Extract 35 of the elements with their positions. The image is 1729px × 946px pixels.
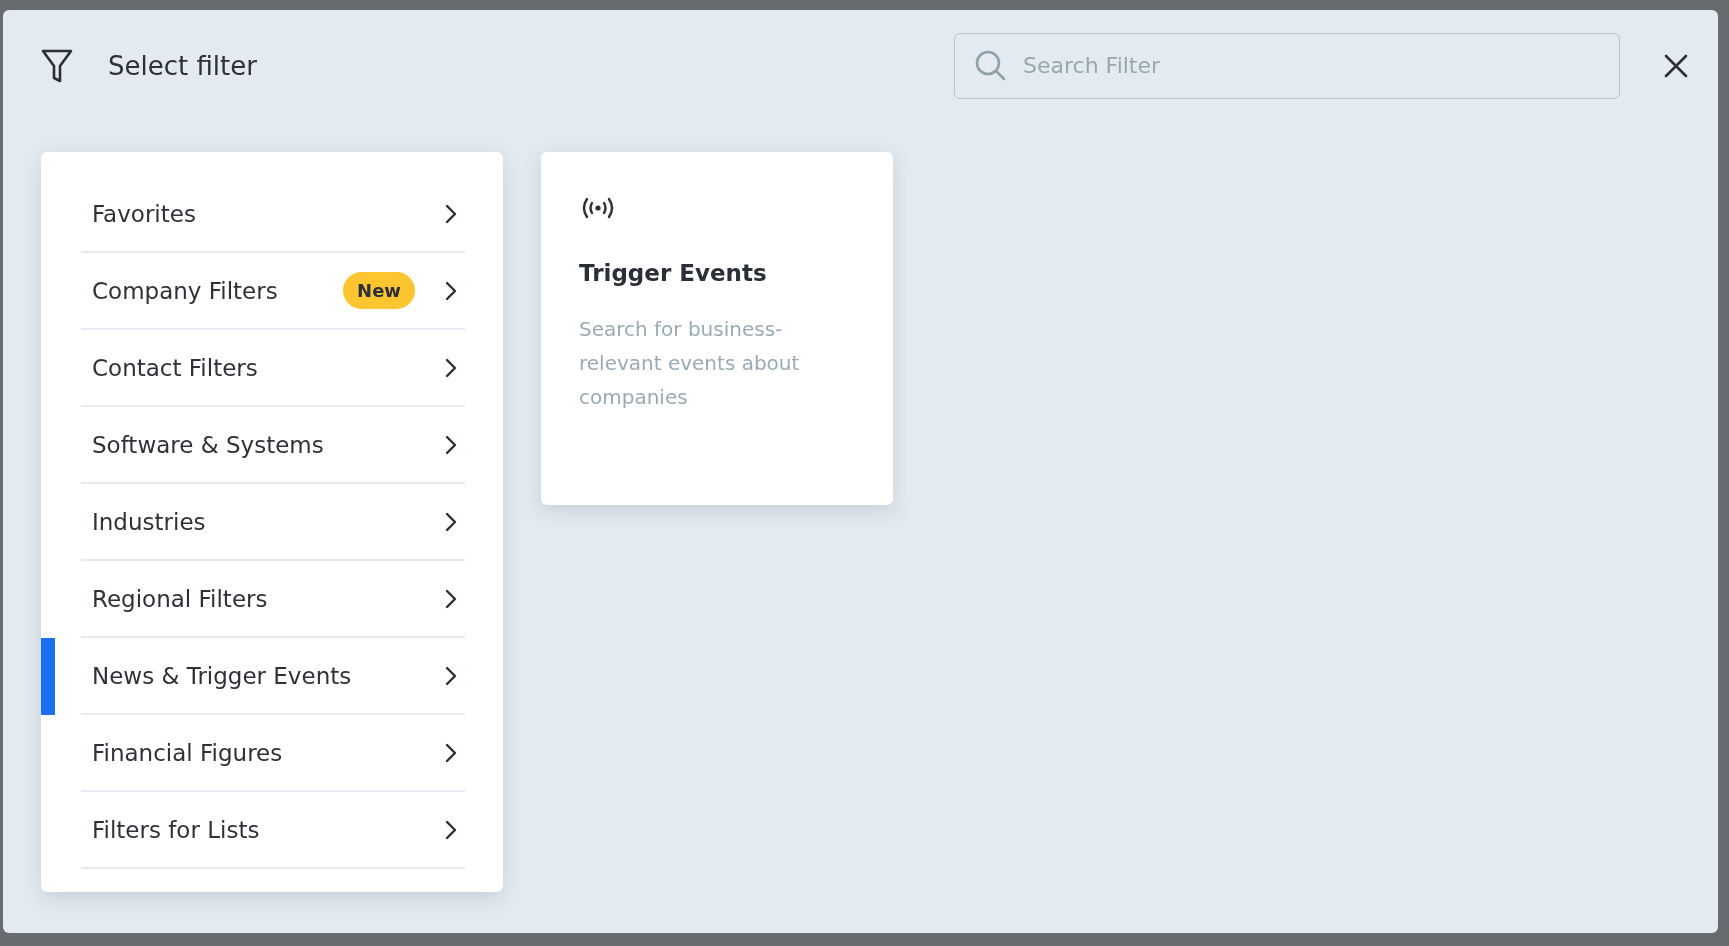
category-label: Filters for Lists [92, 816, 260, 843]
category-item[interactable]: Industries [81, 484, 465, 561]
chevron-right-icon [445, 357, 457, 378]
category-item[interactable]: Financial Figures [81, 715, 465, 792]
category-label: Industries [92, 508, 206, 535]
category-item[interactable]: Software & Systems [81, 407, 465, 484]
chevron-right-icon [445, 742, 457, 763]
search-field[interactable]: Search Filter [954, 32, 1620, 99]
option-card[interactable]: Trigger Events Search for business-relevant events about companies [541, 152, 893, 505]
chevron-right-icon [445, 203, 457, 224]
filter-icon [40, 47, 74, 84]
category-item[interactable]: Favorites [81, 176, 465, 253]
option-title: Trigger Events [579, 260, 768, 286]
category-item[interactable]: Contact Filters [81, 330, 465, 407]
option-description: Search for business-relevant events about companies [579, 316, 801, 411]
category-label: Software & Systems [92, 431, 324, 458]
category-label: News & Trigger Events [92, 662, 352, 689]
new-badge: New [343, 272, 415, 309]
category-label: Contact Filters [92, 354, 258, 381]
category-label: Favorites [92, 200, 196, 227]
category-label: Financial Figures [92, 739, 283, 766]
search-icon [974, 48, 1008, 83]
chevron-right-icon [445, 588, 457, 609]
category-label: Regional Filters [92, 585, 268, 612]
category-item[interactable]: Company Filters New [81, 253, 465, 330]
chevron-right-icon [445, 280, 457, 301]
dialog-title: Select filter [108, 50, 257, 81]
chevron-right-icon [445, 819, 457, 840]
category-item[interactable]: Regional Filters [81, 561, 465, 638]
chevron-right-icon [445, 665, 457, 686]
category-label: Company Filters [92, 277, 278, 304]
category-item[interactable]: Filters for Lists [81, 792, 465, 869]
category-item[interactable]: News & Trigger Events [81, 638, 465, 715]
chevron-right-icon [445, 511, 457, 532]
chevron-right-icon [445, 434, 457, 455]
